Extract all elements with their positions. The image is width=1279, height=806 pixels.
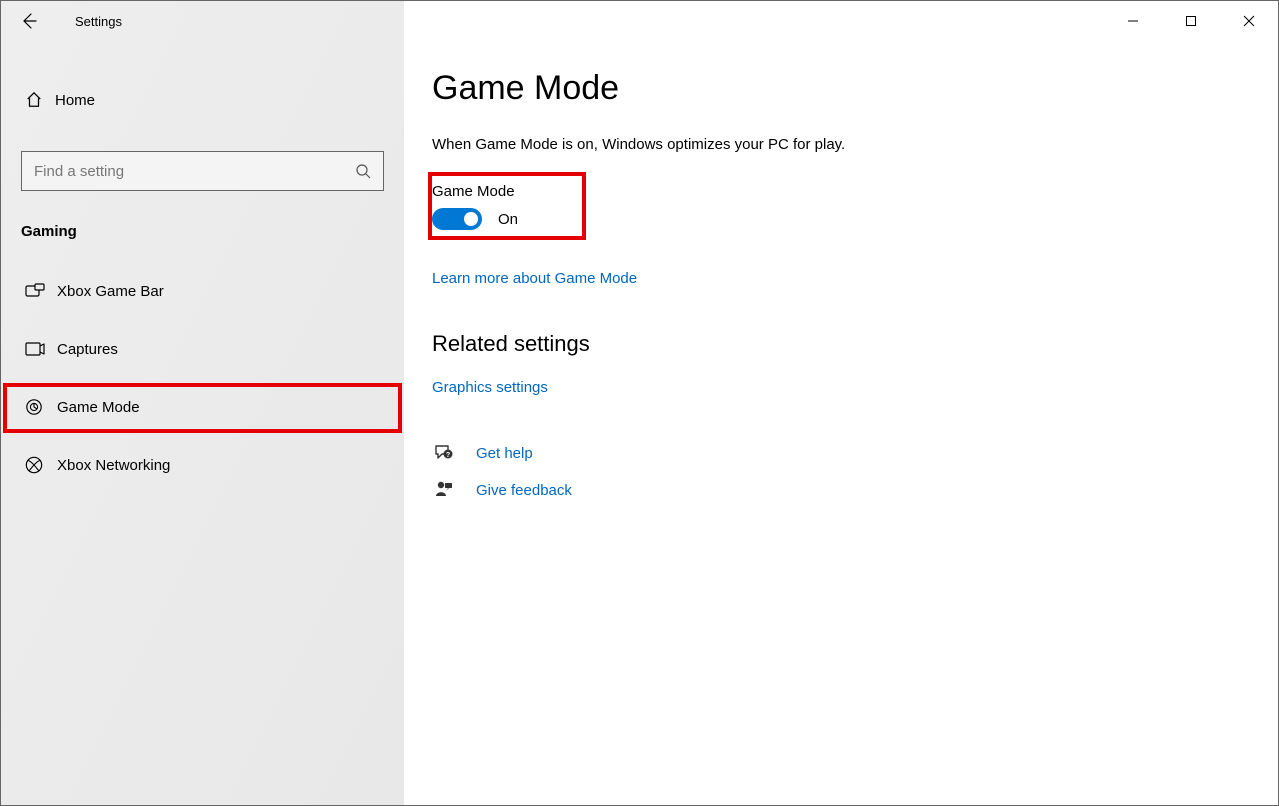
back-button[interactable] — [17, 9, 41, 33]
page-description: When Game Mode is on, Windows optimizes … — [432, 136, 1278, 153]
close-icon — [1243, 15, 1255, 27]
search-icon — [355, 163, 371, 179]
graphics-settings-link[interactable]: Graphics settings — [432, 379, 1278, 396]
game-bar-icon — [25, 283, 45, 299]
nav-xbox-game-bar[interactable]: Xbox Game Bar — [1, 262, 404, 320]
app-title: Settings — [69, 14, 122, 29]
nav-item-label: Xbox Game Bar — [57, 283, 164, 300]
nav-item-label: Xbox Networking — [57, 457, 170, 474]
search-input[interactable] — [34, 163, 355, 180]
xbox-icon — [25, 456, 43, 474]
home-label: Home — [55, 92, 95, 109]
minimize-button[interactable] — [1104, 1, 1162, 41]
titlebar: Settings — [1, 1, 404, 41]
captures-icon — [25, 341, 45, 357]
back-arrow-icon — [19, 11, 39, 31]
feedback-icon — [434, 480, 454, 500]
minimize-icon — [1127, 15, 1139, 27]
nav-home[interactable]: Home — [1, 73, 404, 127]
game-mode-toggle[interactable] — [432, 208, 482, 230]
game-mode-setting: Game Mode On — [432, 183, 590, 230]
game-mode-icon — [25, 398, 43, 416]
category-label: Gaming — [1, 209, 404, 262]
help-icon: ? — [434, 444, 454, 462]
maximize-button[interactable] — [1162, 1, 1220, 41]
give-feedback-link[interactable]: Give feedback — [476, 482, 572, 499]
main-panel: Game Mode When Game Mode is on, Windows … — [404, 1, 1278, 805]
get-help-link[interactable]: Get help — [476, 445, 533, 462]
learn-more-link[interactable]: Learn more about Game Mode — [432, 270, 1278, 287]
give-feedback-row[interactable]: Give feedback — [432, 480, 1278, 500]
toggle-state: On — [498, 211, 518, 228]
get-help-row[interactable]: ? Get help — [432, 444, 1278, 462]
page-title: Game Mode — [432, 69, 1278, 108]
sidebar: Settings Home Gaming Xbox Game Bar Captu… — [1, 1, 404, 805]
toggle-label: Game Mode — [432, 183, 590, 200]
home-icon — [25, 91, 43, 109]
nav-item-label: Game Mode — [57, 399, 140, 416]
nav-captures[interactable]: Captures — [1, 320, 404, 378]
related-settings-header: Related settings — [432, 331, 1278, 357]
nav-item-label: Captures — [57, 341, 118, 358]
nav-game-mode[interactable]: Game Mode — [1, 378, 404, 436]
nav-xbox-networking[interactable]: Xbox Networking — [1, 436, 404, 494]
search-box[interactable] — [21, 151, 384, 191]
window-controls — [1104, 1, 1278, 41]
maximize-icon — [1185, 15, 1197, 27]
close-button[interactable] — [1220, 1, 1278, 41]
svg-text:?: ? — [446, 452, 450, 459]
toggle-knob — [464, 212, 478, 226]
